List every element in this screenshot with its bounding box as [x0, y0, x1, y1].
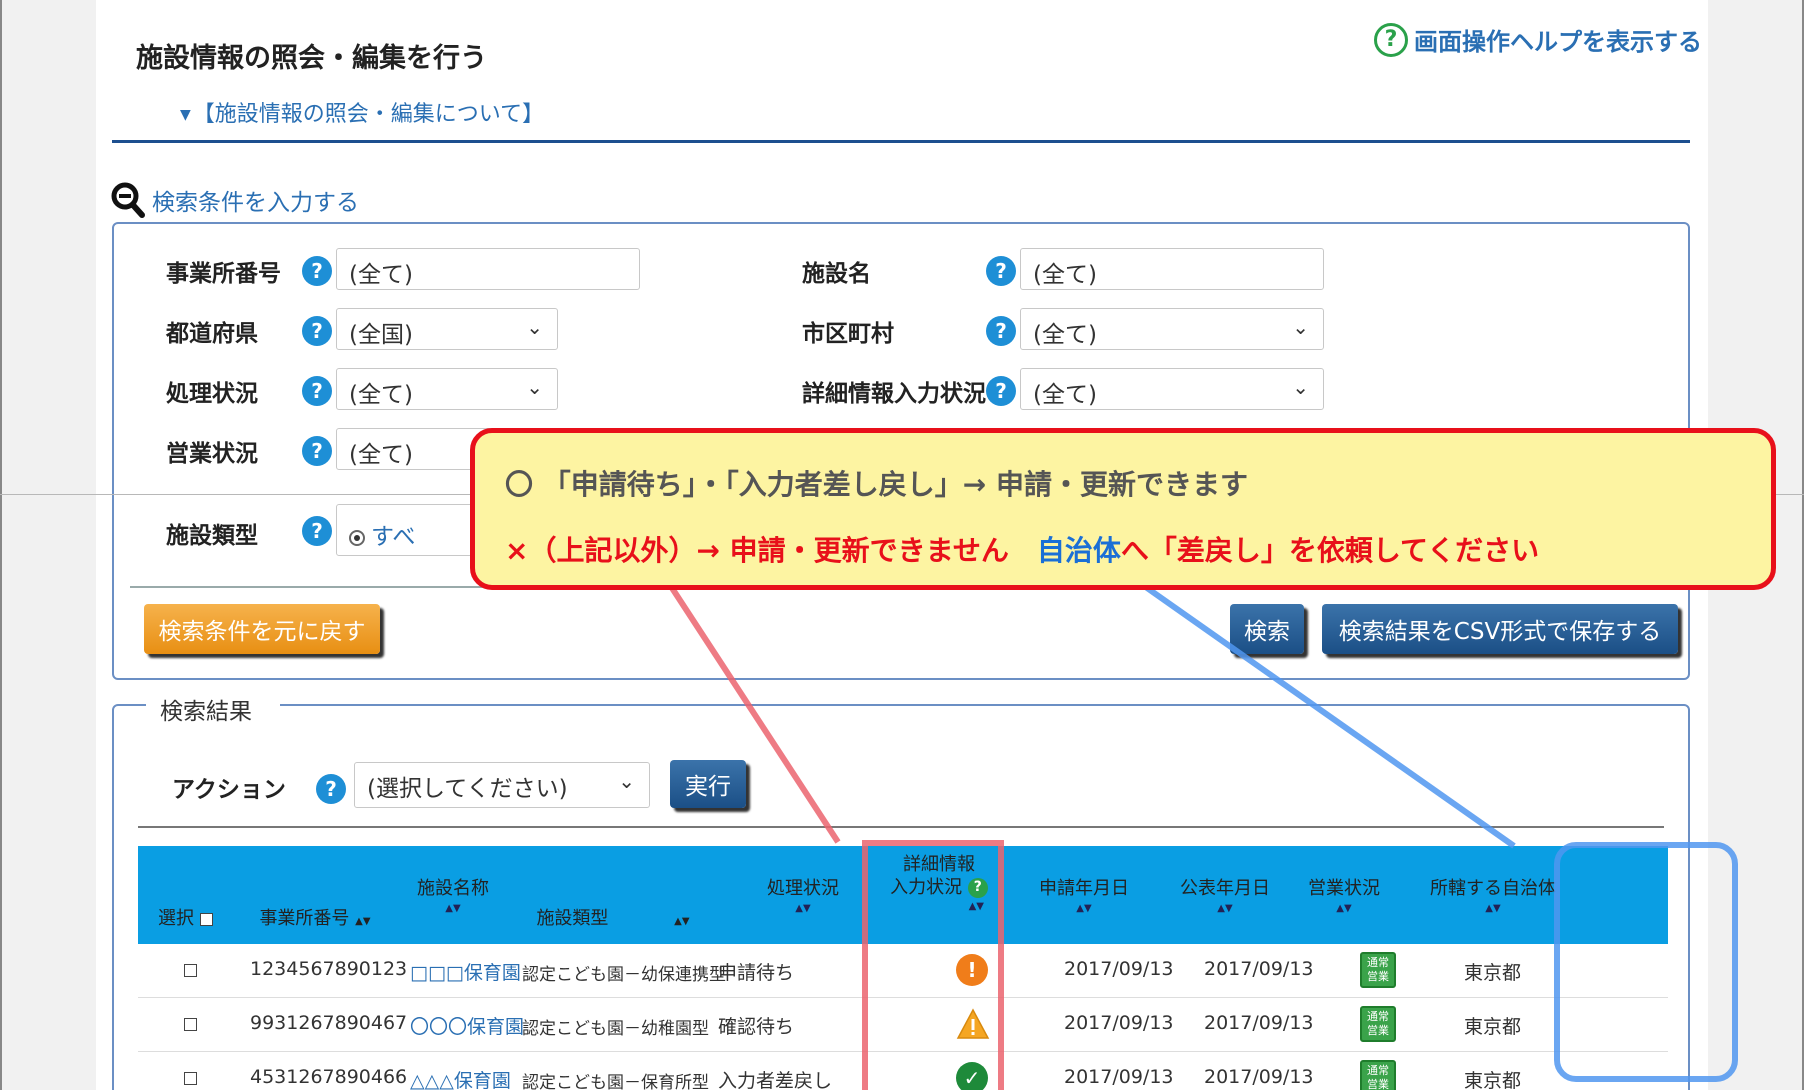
- callout-municipality-text: 自治体: [1036, 534, 1121, 567]
- callout-denied-text: ×（上記以外）→ 申請・更新できません: [505, 534, 1037, 567]
- blue-connector-line: [1128, 573, 1516, 849]
- callout-line-denied: ×（上記以外）→ 申請・更新できません 自治体へ「差戻し」を依頼してください: [505, 529, 1539, 569]
- callout-request-text: へ「差戻し」を依頼してください: [1120, 534, 1540, 567]
- annotation-callout: 〇 「申請待ち」・「入力者差し戻し」→ 申請・更新できます ×（上記以外）→ 申…: [470, 428, 1776, 590]
- red-connector-line: [669, 586, 841, 844]
- callout-line-allowed: 〇 「申請待ち」・「入力者差し戻し」→ 申請・更新できます: [505, 468, 1248, 501]
